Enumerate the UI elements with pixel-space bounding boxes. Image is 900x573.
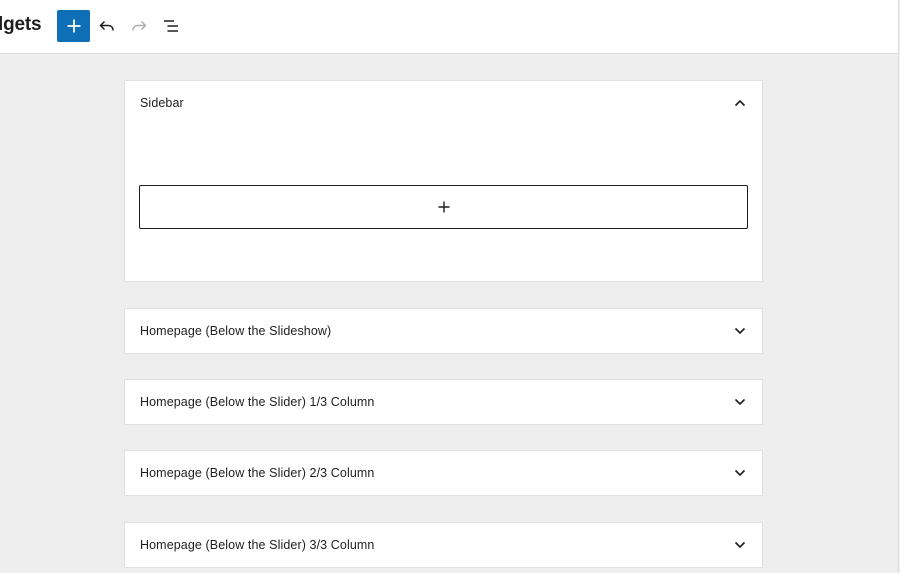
chevron-up-icon: [733, 96, 747, 110]
chevron-down-icon: [733, 395, 747, 409]
chevron-down-icon: [733, 538, 747, 552]
undo-button[interactable]: [90, 10, 123, 42]
add-block-appender[interactable]: [139, 185, 748, 229]
redo-button[interactable]: [122, 10, 155, 42]
widget-area-title: Homepage (Below the Slider) 2/3 Column: [140, 466, 375, 480]
widget-area-homepage-slider-col-1: Homepage (Below the Slider) 1/3 Column: [124, 379, 763, 425]
editor-header: lgets: [0, 0, 899, 54]
widget-area-toggle[interactable]: Sidebar: [125, 81, 762, 125]
widget-area-title: Homepage (Below the Slider) 1/3 Column: [140, 395, 375, 409]
widget-area-homepage-slider-col-3: Homepage (Below the Slider) 3/3 Column: [124, 522, 763, 568]
widget-area-sidebar: Sidebar: [124, 80, 763, 282]
widget-area-title: Homepage (Below the Slider) 3/3 Column: [140, 538, 375, 552]
plus-icon: [438, 201, 449, 213]
chevron-down-icon: [733, 466, 747, 480]
widget-area-title: Homepage (Below the Slideshow): [140, 324, 332, 338]
add-block-button[interactable]: [57, 10, 90, 42]
widget-area-toggle[interactable]: Homepage (Below the Slider) 2/3 Column: [125, 451, 762, 495]
page-title: lgets: [0, 14, 42, 35]
list-view-icon: [163, 20, 178, 32]
chevron-down-icon: [733, 324, 747, 338]
redo-icon: [131, 20, 147, 31]
list-view-button[interactable]: [155, 10, 188, 42]
widget-area-toggle[interactable]: Homepage (Below the Slider) 1/3 Column: [125, 380, 762, 424]
widget-area-homepage-slider-col-2: Homepage (Below the Slider) 2/3 Column: [124, 450, 763, 496]
widget-areas-canvas: Sidebar Homepage (Below the Slideshow) H…: [0, 55, 899, 572]
plus-icon: [67, 19, 80, 33]
widget-area-toggle[interactable]: Homepage (Below the Slideshow): [125, 309, 762, 353]
undo-icon: [98, 20, 114, 31]
widget-area-toggle[interactable]: Homepage (Below the Slider) 3/3 Column: [125, 523, 762, 567]
widget-area-homepage-below-slideshow: Homepage (Below the Slideshow): [124, 308, 763, 354]
widget-area-title: Sidebar: [140, 96, 184, 110]
